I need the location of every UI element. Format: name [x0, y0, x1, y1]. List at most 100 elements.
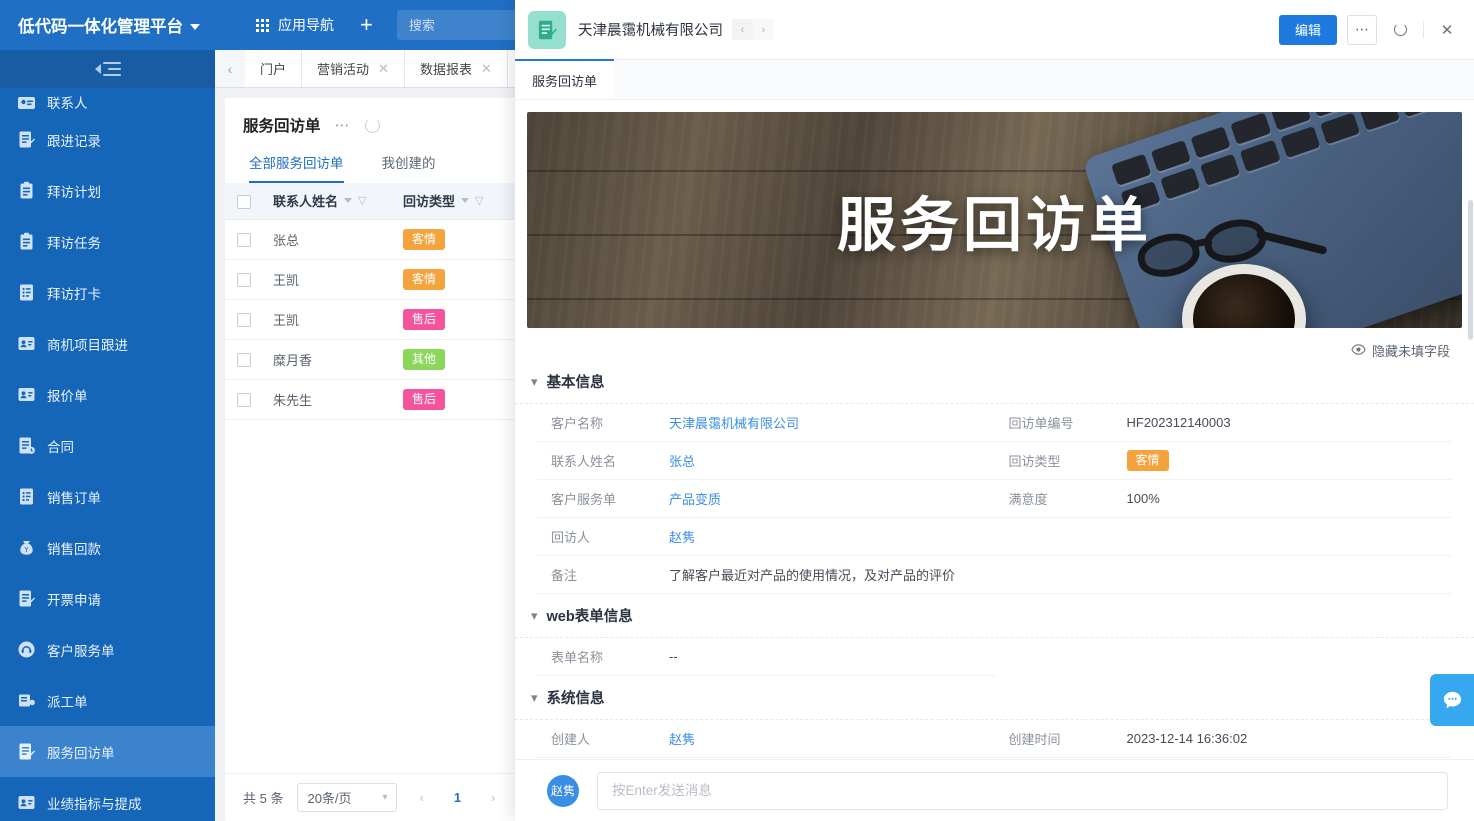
sidebar-item-dispatch-order[interactable]: 派工单	[0, 675, 215, 726]
row-checkbox[interactable]	[237, 353, 251, 367]
sidebar-item-contacts[interactable]: 联系人	[0, 88, 215, 114]
chevron-down-circle-icon[interactable]: ▾	[531, 690, 538, 706]
chevron-down-circle-icon[interactable]: ▾	[531, 608, 538, 624]
next-record-button[interactable]: ›	[753, 19, 774, 40]
message-input-wrapper[interactable]	[597, 772, 1448, 810]
next-page-button[interactable]: ›	[483, 790, 503, 805]
brand-logo[interactable]: 低代码一体化管理平台	[18, 13, 200, 37]
chat-bubble-icon[interactable]	[1430, 674, 1474, 726]
sidebar-item-service-visit[interactable]: 服务回访单	[0, 726, 215, 777]
grid-apps-icon[interactable]	[256, 19, 269, 32]
field-satisfaction: 满意度 100%	[995, 480, 1453, 518]
sidebar-item-performance[interactable]: 业绩指标与提成	[0, 777, 215, 821]
close-icon[interactable]: ✕	[378, 61, 389, 77]
funnel-filter-icon[interactable]: ▽	[358, 194, 366, 207]
row-checkbox[interactable]	[237, 313, 251, 327]
drawer-body[interactable]: 服务回访单 隐藏未填字段 ▾ 基本信息	[515, 100, 1474, 821]
clipboard-icon	[17, 232, 36, 251]
row-checkbox[interactable]	[237, 233, 251, 247]
sort-caret-icon[interactable]	[461, 198, 469, 203]
row-checkbox[interactable]	[237, 273, 251, 287]
row-checkbox[interactable]	[237, 393, 251, 407]
collapse-sidebar-icon[interactable]	[95, 61, 121, 77]
sidebar-item-label: 拜访任务	[47, 232, 101, 252]
field-empty	[995, 518, 1453, 556]
field-value: 2023-12-14 16:36:02	[1127, 731, 1248, 746]
field-value[interactable]: 赵隽	[669, 729, 695, 748]
section-header[interactable]: ▾ 基本信息	[515, 360, 1474, 403]
sidebar-item-visit-checkin[interactable]: 拜访打卡	[0, 267, 215, 318]
refresh-icon[interactable]	[365, 118, 380, 133]
field-value[interactable]: 天津晨霭机械有限公司	[669, 413, 799, 432]
sidebar-item-opportunity[interactable]: 商机项目跟进	[0, 318, 215, 369]
sidebar-item-sales-payment[interactable]: Y 销售回款	[0, 522, 215, 573]
more-dots-icon[interactable]: ⋯	[335, 116, 351, 134]
tab-marketing[interactable]: 营销活动 ✕	[302, 50, 405, 87]
close-icon[interactable]: ✕	[1434, 17, 1460, 43]
page-size-select[interactable]: 20条/页 ▾	[297, 783, 397, 812]
field-value[interactable]: 赵隽	[669, 527, 695, 546]
sidebar-item-label: 报价单	[47, 385, 88, 405]
message-input[interactable]	[612, 783, 1433, 798]
column-visit-type[interactable]: 回访类型 ▽	[393, 183, 509, 219]
sidebar-header	[0, 50, 215, 88]
tab-portal[interactable]: 门户	[245, 50, 302, 87]
section-title: 基本信息	[547, 371, 605, 392]
select-all-checkbox[interactable]	[237, 195, 251, 209]
avatar[interactable]: 赵隽	[547, 775, 579, 807]
close-icon[interactable]: ✕	[481, 61, 492, 77]
app-nav-label[interactable]: 应用导航	[278, 15, 334, 35]
prev-page-button[interactable]: ‹	[411, 790, 431, 805]
sidebar-item-visit-task[interactable]: 拜访任务	[0, 216, 215, 267]
prev-record-button[interactable]: ‹	[732, 19, 753, 40]
section-header[interactable]: ▾ web表单信息	[515, 594, 1474, 637]
sidebar-menu: 联系人 跟进记录 拜访计划 拜访任务	[0, 88, 215, 821]
refresh-icon[interactable]	[1387, 17, 1413, 43]
hide-empty-fields-toggle[interactable]: 隐藏未填字段	[515, 328, 1474, 360]
more-dots-icon[interactable]: ⋯	[1347, 15, 1377, 45]
cell-contact: 张总	[263, 219, 393, 259]
tab-reports[interactable]: 数据报表 ✕	[405, 50, 508, 87]
contract-icon	[17, 436, 36, 455]
funnel-filter-icon[interactable]: ▽	[475, 194, 483, 207]
edit-button[interactable]: 编辑	[1279, 15, 1337, 45]
card-person-icon	[17, 385, 36, 404]
chevron-left-icon[interactable]: ‹	[215, 50, 245, 87]
subtab-mine[interactable]: 我创建的	[382, 152, 436, 183]
vertical-scrollbar[interactable]	[1468, 200, 1473, 340]
sidebar-item-label: 销售订单	[47, 487, 101, 507]
sidebar-item-label: 联系人	[47, 92, 88, 112]
field-label: 表单名称	[551, 647, 669, 666]
tab-label: 营销活动	[317, 59, 369, 78]
sidebar-item-invoice-request[interactable]: 开票申请	[0, 573, 215, 624]
sidebar-item-customer-service[interactable]: 客户服务单	[0, 624, 215, 675]
sidebar-item-contract[interactable]: 合同	[0, 420, 215, 471]
sort-caret-icon[interactable]	[344, 198, 352, 203]
drawer-title: 天津晨霭机械有限公司	[578, 19, 723, 40]
sidebar-item-quotation[interactable]: 报价单	[0, 369, 215, 420]
sidebar-item-follow-records[interactable]: 跟进记录	[0, 114, 215, 165]
field-value[interactable]: 产品变质	[669, 489, 721, 508]
field-value[interactable]: 张总	[669, 451, 695, 470]
add-button[interactable]: +	[360, 14, 373, 36]
status-badge: 客情	[403, 229, 445, 250]
money-bag-icon: Y	[17, 538, 36, 557]
sidebar-item-visit-plan[interactable]: 拜访计划	[0, 165, 215, 216]
page-number-1[interactable]: 1	[446, 790, 469, 805]
eye-icon	[1351, 342, 1366, 360]
brand-title: 低代码一体化管理平台	[18, 13, 183, 37]
chevron-down-icon: ▾	[382, 792, 387, 803]
chevron-down-icon[interactable]	[190, 24, 200, 30]
drawer-tab-service-visit[interactable]: 服务回访单	[515, 59, 614, 99]
section-header[interactable]: ▾ 系统信息	[515, 676, 1474, 719]
list-doc-icon	[17, 283, 36, 302]
column-contact-name[interactable]: 联系人姓名 ▽	[263, 183, 393, 219]
sidebar-item-sales-order[interactable]: 销售订单	[0, 471, 215, 522]
page-title: 服务回访单	[243, 114, 321, 136]
chevron-down-circle-icon[interactable]: ▾	[531, 374, 538, 390]
cell-contact: 朱先生	[263, 379, 393, 419]
field-label: 创建时间	[1009, 729, 1127, 748]
subtab-all[interactable]: 全部服务回访单	[249, 152, 344, 183]
message-bar: 赵隽	[515, 759, 1474, 821]
column-label: 回访类型	[403, 191, 455, 210]
